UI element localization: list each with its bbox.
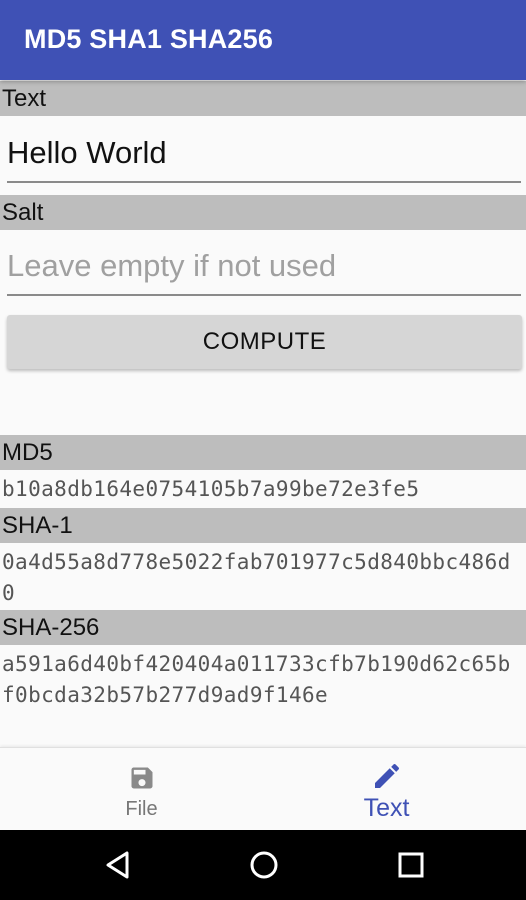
- salt-field: [7, 238, 521, 296]
- app-bar: MD5 SHA1 SHA256: [0, 0, 526, 80]
- floppy-disk-icon: [128, 764, 156, 797]
- sha1-value: 0a4d55a8d778e5022fab701977c5d840bbc486d0: [2, 550, 511, 605]
- nav-label-file: File: [125, 798, 158, 820]
- sha1-section-header: SHA-1: [0, 508, 526, 543]
- text-input[interactable]: [7, 125, 521, 181]
- app-title: MD5 SHA1 SHA256: [24, 24, 274, 54]
- pencil-icon: [371, 760, 403, 797]
- md5-section-header: MD5: [0, 435, 526, 470]
- text-section-header: Text: [0, 81, 526, 116]
- recents-square-icon[interactable]: [396, 850, 426, 880]
- nav-label-text: Text: [363, 794, 410, 822]
- system-navigation-bar: [0, 830, 526, 900]
- nav-item-text[interactable]: Text: [255, 748, 518, 831]
- salt-section-header: Salt: [0, 195, 526, 230]
- sha256-value: a591a6d40bf420404a011733cfb7b190d62c65bf…: [2, 652, 511, 707]
- compute-button[interactable]: COMPUTE: [7, 315, 522, 369]
- text-field: [7, 125, 521, 183]
- md5-value: b10a8db164e0754105b7a99be72e3fe5: [2, 477, 420, 501]
- home-circle-icon[interactable]: [249, 850, 279, 880]
- nav-item-file[interactable]: File: [10, 748, 273, 831]
- bottom-navigation: File Text: [0, 747, 526, 831]
- back-triangle-icon[interactable]: [103, 850, 133, 880]
- app-screen: MD5 SHA1 SHA256 Text Salt COMPUTE MD5 b1…: [0, 0, 526, 900]
- salt-input[interactable]: [7, 238, 521, 294]
- sha256-section-header: SHA-256: [0, 610, 526, 645]
